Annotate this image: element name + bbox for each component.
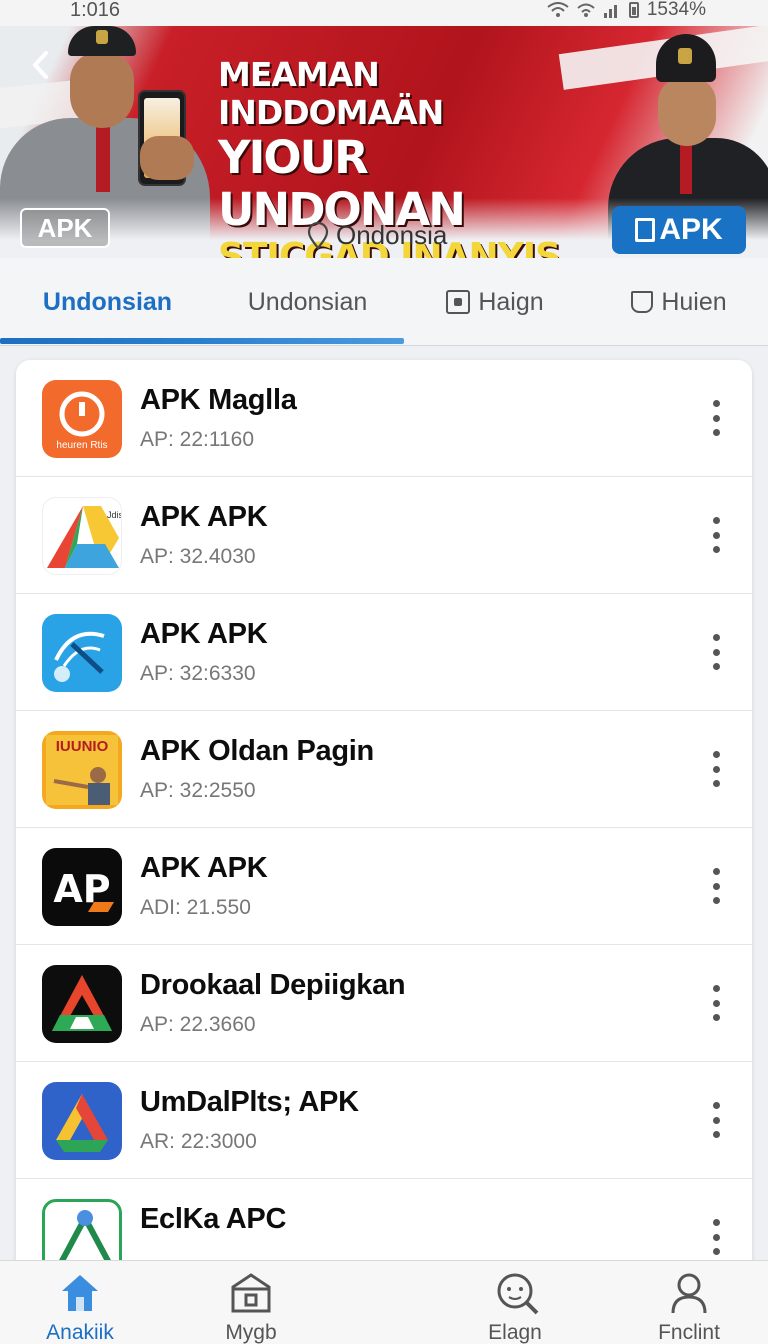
- app-name: APK APK: [140, 618, 268, 650]
- list-item[interactable]: Drookaal Depiigkan AP: 22.3660: [16, 945, 752, 1062]
- app-name: EclKa APC: [140, 1203, 287, 1235]
- more-options-icon[interactable]: [704, 983, 728, 1023]
- more-options-icon[interactable]: [704, 866, 728, 906]
- status-bar: 1:016 1534%: [0, 0, 768, 26]
- nav-label: Mygb: [225, 1321, 277, 1344]
- back-button[interactable]: [30, 50, 58, 86]
- tab-huien[interactable]: Huien: [590, 258, 768, 346]
- nav-home[interactable]: Anakiik: [15, 1269, 145, 1344]
- list-item[interactable]: IUUNIO APK Oldan Pagin AP: 32:2550: [16, 711, 752, 828]
- tab-haign[interactable]: Haign: [410, 258, 580, 346]
- apk-button-label: APK: [659, 213, 723, 246]
- tab-label: Huien: [661, 287, 727, 316]
- battery-icon: [628, 2, 639, 18]
- headline-line-1: MEAMAN INDDOMAÄN: [218, 55, 444, 132]
- battery-percent: 1534%: [646, 0, 706, 20]
- location-pin-icon: [307, 221, 329, 250]
- poster-person-icon: IUUNIO: [42, 731, 122, 809]
- location-label[interactable]: Ondonsia: [306, 220, 447, 251]
- active-tab-indicator: [0, 338, 404, 344]
- nav-search[interactable]: Elagn: [450, 1269, 580, 1344]
- icon-caption: Jdis: [107, 510, 122, 520]
- app-name: UmDalPlts; APK: [140, 1086, 359, 1118]
- icon-caption: IUUNIO: [56, 738, 109, 755]
- bag-icon: [631, 291, 654, 313]
- tab-label: Undonsian: [42, 287, 173, 316]
- status-time: 1:016: [70, 0, 121, 21]
- more-options-icon[interactable]: [704, 1100, 728, 1140]
- nav-store[interactable]: Mygb: [186, 1269, 316, 1344]
- list-item[interactable]: Jdis APK APK AP: 32.4030: [16, 477, 752, 594]
- more-options-icon[interactable]: [704, 1217, 728, 1257]
- app-name: APK Oldan Pagin: [140, 735, 374, 767]
- app-version: ADI: 21.550: [140, 896, 251, 919]
- black-triangle-icon: [42, 965, 122, 1043]
- orange-info-icon: heuren Rtis: [42, 380, 122, 458]
- app-list: heuren Rtis APK Maglla AP: 22:1160 Jdis …: [16, 360, 752, 1280]
- nav-label: Elagn: [488, 1321, 542, 1344]
- more-options-icon[interactable]: [704, 398, 728, 438]
- apk-download-button[interactable]: APK: [612, 206, 746, 254]
- location-text: Ondonsia: [336, 220, 448, 250]
- list-item[interactable]: APK APK AP: 32:6330: [16, 594, 752, 711]
- triangle-drive-icon: Jdis: [42, 497, 122, 575]
- home-icon: [62, 1275, 98, 1311]
- blue-satellite-icon: [42, 614, 122, 692]
- apk-badge: APK: [20, 208, 110, 248]
- tab-bar: Undonsian Undonsian Haign Huien: [0, 258, 768, 346]
- tab-undonsian-1[interactable]: Undonsian: [0, 258, 215, 346]
- app-name: APK APK: [140, 852, 268, 884]
- app-name: Drookaal Depiigkan: [140, 969, 406, 1001]
- app-version: AP: 32:2550: [140, 779, 256, 802]
- app-version: AR: 22:3000: [140, 1130, 257, 1153]
- promo-banner[interactable]: MEAMAN INDDOMAÄN YIOUR UNDONAN STICGAD I…: [0, 26, 768, 258]
- wifi-icon: [547, 2, 569, 17]
- tab-label: Undonsian: [247, 287, 368, 316]
- more-options-icon[interactable]: [704, 515, 728, 555]
- download-box-icon: [635, 218, 656, 242]
- nav-label: Fnclint: [658, 1321, 720, 1344]
- bottom-navigation: Anakiik Mygb Elagn Fnclint: [0, 1260, 768, 1344]
- more-options-icon[interactable]: [704, 749, 728, 789]
- more-options-icon[interactable]: [704, 632, 728, 672]
- nav-label: Anakiik: [46, 1321, 114, 1344]
- blue-drive-icon: [42, 1082, 122, 1160]
- black-ap-logo-icon: AP: [42, 848, 122, 926]
- tab-undonsian-2[interactable]: Undonsian: [205, 258, 410, 346]
- list-item[interactable]: UmDalPlts; APK AR: 22:3000: [16, 1062, 752, 1179]
- app-version: AP: 32.4030: [140, 545, 256, 568]
- wifi-secondary-icon: [577, 3, 595, 17]
- square-dot-icon: [446, 290, 471, 314]
- app-version: AP: 22.3660: [140, 1013, 256, 1036]
- status-icons: 1534%: [547, 0, 706, 20]
- nav-profile[interactable]: Fnclint: [624, 1269, 754, 1344]
- profile-icon: [671, 1273, 707, 1314]
- store-icon: [231, 1273, 271, 1313]
- app-name: APK APK: [140, 501, 268, 533]
- list-item[interactable]: heuren Rtis APK Maglla AP: 22:1160: [16, 360, 752, 477]
- signal-icon: [603, 5, 617, 18]
- icon-caption: heuren Rtis: [56, 440, 107, 451]
- list-item[interactable]: AP APK APK ADI: 21.550: [16, 828, 752, 945]
- app-version: AP: 22:1160: [140, 428, 255, 451]
- search-face-icon: [497, 1273, 539, 1315]
- tab-label: Haign: [478, 287, 544, 316]
- chevron-left-icon: [32, 51, 48, 79]
- app-name: APK Maglla: [140, 384, 297, 416]
- app-version: AP: 32:6330: [140, 662, 256, 685]
